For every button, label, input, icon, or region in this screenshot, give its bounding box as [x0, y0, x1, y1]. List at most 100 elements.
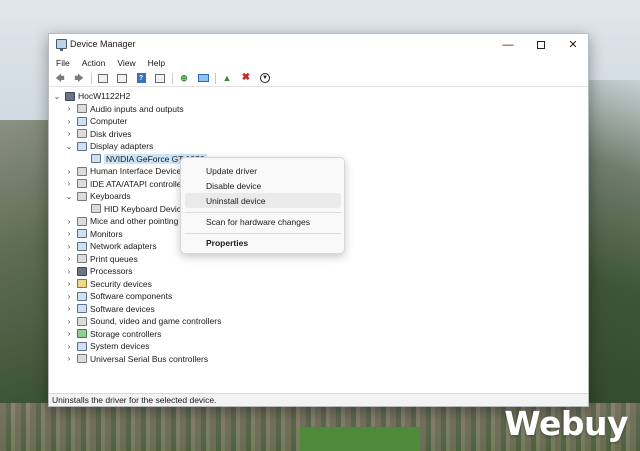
monitor-icon	[77, 229, 87, 239]
chevron-right-icon[interactable]: ›	[65, 267, 73, 276]
enable-device-button[interactable]: ▲	[220, 72, 234, 85]
keyboard-icon	[77, 191, 87, 201]
tree-item-label: Human Interface Devices	[90, 166, 186, 177]
chevron-right-icon[interactable]: ›	[65, 179, 73, 188]
menu-action[interactable]: Action	[82, 58, 106, 68]
chevron-right-icon[interactable]: ›	[65, 304, 73, 313]
tree-item-label: Display adapters	[90, 141, 154, 152]
chevron-down-icon[interactable]: ⌄	[53, 92, 61, 101]
close-button[interactable]: ✕	[557, 34, 589, 55]
properties-button[interactable]	[96, 72, 110, 85]
background-mountain-right	[588, 80, 640, 451]
scan-button[interactable]	[196, 72, 210, 85]
uninstall-icon: ✖	[241, 72, 251, 83]
usb-icon	[77, 354, 87, 364]
computer-icon	[65, 91, 75, 101]
title-bar[interactable]: Device Manager — ✕	[49, 34, 588, 55]
chevron-right-icon[interactable]: ›	[65, 167, 73, 176]
context-menu: Update driver Disable device Uninstall d…	[180, 157, 345, 254]
tree-item-computer[interactable]: › Computer	[65, 115, 128, 128]
back-icon: 🡄	[55, 72, 65, 83]
tree-item-monitors[interactable]: › Monitors	[65, 228, 123, 241]
tree-item-audio[interactable]: › Audio inputs and outputs	[65, 103, 184, 116]
system-device-icon	[77, 341, 87, 351]
chevron-right-icon[interactable]: ›	[65, 104, 73, 113]
chevron-right-icon[interactable]: ›	[65, 254, 73, 263]
tree-item-disk-drives[interactable]: › Disk drives	[65, 128, 132, 141]
update-driver-menu-item[interactable]: Update driver	[185, 163, 341, 178]
tree-item-security-devices[interactable]: › Security devices	[65, 278, 152, 291]
chevron-right-icon[interactable]: ›	[65, 117, 73, 126]
tree-root[interactable]: ⌄ HocW1122H2	[53, 90, 131, 103]
toolbar: 🡄 🡆 ? ⊕ ▲ ✖ ▼	[49, 70, 588, 87]
enable-device-icon: ▲	[222, 72, 232, 83]
menu-view[interactable]: View	[117, 58, 135, 68]
chevron-right-icon[interactable]: ›	[65, 229, 73, 238]
properties-menu-item[interactable]: Properties	[185, 235, 341, 250]
disable-button[interactable]: ▼	[258, 72, 272, 85]
view-icon	[155, 73, 165, 83]
printer-icon	[77, 254, 87, 264]
chevron-right-icon[interactable]: ›	[65, 329, 73, 338]
disk-drive-icon	[77, 129, 87, 139]
scan-hardware-menu-item[interactable]: Scan for hardware changes	[185, 214, 341, 229]
tree-item-software-devices[interactable]: › Software devices	[65, 303, 155, 316]
tree-item-ide-ata[interactable]: › IDE ATA/ATAPI controllers	[65, 178, 189, 191]
chevron-down-icon[interactable]: ⌄	[65, 142, 73, 151]
tree-item-system-devices[interactable]: › System devices	[65, 340, 150, 353]
tree-item-software-components[interactable]: › Software components	[65, 290, 173, 303]
tree-item-storage-controllers[interactable]: › Storage controllers	[65, 328, 162, 341]
tree-item-label: Keyboards	[90, 191, 131, 202]
tree-item-network-adapters[interactable]: › Network adapters	[65, 240, 157, 253]
tree-item-label: Storage controllers	[90, 328, 162, 339]
chevron-right-icon[interactable]: ›	[65, 292, 73, 301]
tree-root-label: HocW1122H2	[78, 91, 131, 102]
tree-item-label: Software components	[90, 291, 173, 302]
ide-controller-icon	[77, 179, 87, 189]
tree-item-sound-video[interactable]: › Sound, video and game controllers	[65, 315, 222, 328]
chevron-right-icon[interactable]: ›	[65, 342, 73, 351]
hide-button[interactable]	[115, 72, 129, 85]
chevron-right-icon[interactable]: ›	[65, 129, 73, 138]
tree-item-hid-keyboard[interactable]: HID Keyboard Device	[79, 203, 186, 216]
tree-item-label: Universal Serial Bus controllers	[90, 353, 209, 364]
tree-item-processors[interactable]: › Processors	[65, 265, 133, 278]
tree-item-display-adapters[interactable]: ⌄ Display adapters	[65, 140, 154, 153]
minimize-button[interactable]: —	[492, 34, 524, 55]
minimize-icon: —	[502, 38, 514, 51]
chevron-right-icon[interactable]: ›	[65, 354, 73, 363]
toolbar-separator	[215, 72, 216, 84]
device-manager-app-icon	[56, 39, 67, 51]
chevron-right-icon[interactable]: ›	[65, 317, 73, 326]
chevron-right-icon[interactable]: ›	[65, 217, 73, 226]
security-device-icon	[77, 279, 87, 289]
maximize-icon	[537, 40, 545, 49]
tree-item-usb-controllers[interactable]: › Universal Serial Bus controllers	[65, 353, 208, 366]
tree-item-print-queues[interactable]: › Print queues	[65, 253, 138, 266]
chevron-right-icon[interactable]: ›	[65, 279, 73, 288]
tree-item-label: Sound, video and game controllers	[90, 316, 222, 327]
uninstall-device-menu-item[interactable]: Uninstall device	[185, 193, 341, 208]
forward-button[interactable]: 🡆	[72, 72, 86, 85]
help-button[interactable]: ?	[134, 72, 148, 85]
hid-icon	[77, 166, 87, 176]
menu-help[interactable]: Help	[148, 58, 165, 68]
computer-icon	[77, 116, 87, 126]
menu-file[interactable]: File	[56, 58, 70, 68]
tree-item-label: Audio inputs and outputs	[90, 103, 184, 114]
software-component-icon	[77, 291, 87, 301]
update-driver-button[interactable]: ⊕	[177, 72, 191, 85]
chevron-right-icon[interactable]: ›	[65, 242, 73, 251]
disable-device-menu-item[interactable]: Disable device	[185, 178, 341, 193]
chevron-down-icon[interactable]: ⌄	[65, 192, 73, 201]
properties-icon	[98, 73, 108, 83]
uninstall-button[interactable]: ✖	[239, 72, 253, 85]
menu-bar: File Action View Help	[49, 55, 588, 70]
tree-item-keyboards[interactable]: ⌄ Keyboards	[65, 190, 131, 203]
tree-item-human-interface[interactable]: › Human Interface Devices	[65, 165, 186, 178]
tree-item-label: Disk drives	[90, 128, 132, 139]
maximize-button[interactable]	[525, 34, 557, 55]
back-button[interactable]: 🡄	[53, 72, 67, 85]
tree-item-label: Monitors	[90, 228, 123, 239]
view-button[interactable]	[153, 72, 167, 85]
